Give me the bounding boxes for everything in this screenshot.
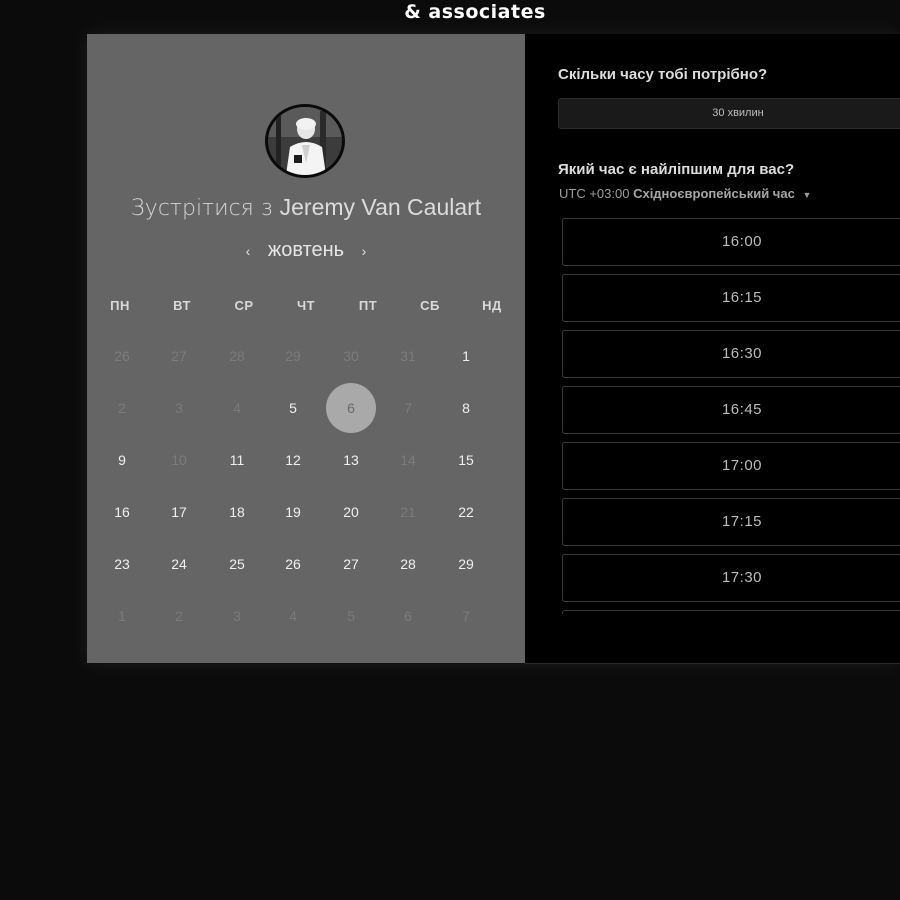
time-slot-button[interactable]: 16:00 bbox=[562, 218, 900, 266]
time-question: Який час є найліпшим для вас? bbox=[558, 161, 795, 178]
calendar-day-unavailable: 26 bbox=[114, 348, 130, 364]
host-photo-icon bbox=[268, 107, 342, 175]
weekday-label: СР bbox=[234, 298, 254, 313]
timezone-select[interactable]: UTC +03:00 Східноєвропейський час ▼ bbox=[559, 186, 811, 201]
calendar-day-unavailable: 2 bbox=[175, 608, 183, 624]
time-slot-button[interactable]: 16:15 bbox=[562, 274, 900, 322]
time-slot-button[interactable]: 17:45 bbox=[562, 610, 900, 614]
calendar-day-unavailable: 31 bbox=[400, 348, 416, 364]
timezone-name: Східноєвропейський час bbox=[633, 186, 795, 201]
calendar-day-unavailable: 5 bbox=[347, 608, 355, 624]
weekday-label: ПТ bbox=[358, 298, 378, 313]
calendar-day[interactable]: 19 bbox=[268, 487, 318, 537]
calendar-day[interactable]: 16 bbox=[97, 487, 147, 537]
calendar-day[interactable]: 26 bbox=[268, 539, 318, 589]
calendar-day-unavailable: 3 bbox=[175, 400, 183, 416]
host-avatar bbox=[265, 104, 345, 178]
time-slot-button[interactable]: 16:30 bbox=[562, 330, 900, 378]
calendar-day-unavailable: 29 bbox=[285, 348, 301, 364]
calendar-day-unavailable: 30 bbox=[343, 348, 359, 364]
calendar-day-unavailable: 28 bbox=[229, 348, 245, 364]
calendar-day-unavailable: 3 bbox=[233, 608, 241, 624]
calendar-day-unavailable: 7 bbox=[404, 400, 412, 416]
month-navigation: ‹ жовтень › bbox=[87, 239, 525, 262]
calendar-day-unavailable: 4 bbox=[233, 400, 241, 416]
calendar-day[interactable]: 1 bbox=[441, 331, 491, 381]
calendar-day-selected[interactable]: 6 bbox=[326, 383, 376, 433]
calendar-day[interactable]: 18 bbox=[212, 487, 262, 537]
time-slot-button[interactable]: 17:00 bbox=[562, 442, 900, 490]
time-slot-button[interactable]: 16:45 bbox=[562, 386, 900, 434]
calendar-day[interactable]: 12 bbox=[268, 435, 318, 485]
calendar-day-unavailable: 2 bbox=[118, 400, 126, 416]
prev-month-chevron-icon[interactable]: ‹ bbox=[234, 243, 263, 259]
weekday-label: ПН bbox=[110, 298, 130, 313]
calendar-day[interactable]: 22 bbox=[441, 487, 491, 537]
host-title-prefix: Зустрітися з bbox=[130, 196, 273, 221]
calendar-day[interactable]: 27 bbox=[326, 539, 376, 589]
weekday-header: ПН ВТ СР ЧТ ПТ СБ НД bbox=[87, 298, 525, 318]
booking-card: Зустрітися з Jeremy Van Caulart ‹ жовтен… bbox=[87, 34, 900, 664]
next-month-chevron-icon[interactable]: › bbox=[350, 243, 379, 259]
calendar-day[interactable]: 23 bbox=[97, 539, 147, 589]
timezone-offset: UTC +03:00 bbox=[559, 186, 630, 201]
calendar-day-unavailable: 4 bbox=[289, 608, 297, 624]
calendar-day[interactable]: 28 bbox=[383, 539, 433, 589]
calendar-day[interactable]: 15 bbox=[441, 435, 491, 485]
scheduling-panel: Скільки часу тобі потрібно? 30 хвилин Як… bbox=[525, 34, 900, 664]
calendar-day[interactable]: 20 bbox=[326, 487, 376, 537]
calendar-day[interactable]: 24 bbox=[154, 539, 204, 589]
weekday-label: ВТ bbox=[173, 298, 191, 313]
calendar-day[interactable]: 17 bbox=[154, 487, 204, 537]
month-label: жовтень bbox=[267, 239, 345, 262]
weekday-label: ЧТ bbox=[296, 298, 316, 313]
calendar-day-unavailable: 7 bbox=[462, 608, 470, 624]
calendar-day-unavailable: 1 bbox=[118, 608, 126, 624]
calendar-day[interactable]: 13 bbox=[326, 435, 376, 485]
calendar-day-unavailable: 10 bbox=[171, 452, 187, 468]
calendar-day[interactable]: 8 bbox=[441, 383, 491, 433]
calendar-day[interactable]: 25 bbox=[212, 539, 262, 589]
calendar-day[interactable]: 29 bbox=[441, 539, 491, 589]
calendar-day-unavailable: 6 bbox=[404, 608, 412, 624]
calendar-day-unavailable: 14 bbox=[400, 452, 416, 468]
time-slot-button[interactable]: 17:15 bbox=[562, 498, 900, 546]
calendar-day-unavailable: 27 bbox=[171, 348, 187, 364]
brand-logo-text: & associates bbox=[404, 1, 546, 23]
calendar-day-unavailable: 21 bbox=[400, 504, 416, 520]
duration-question: Скільки часу тобі потрібно? bbox=[558, 66, 768, 83]
calendar-day[interactable]: 11 bbox=[212, 435, 262, 485]
time-slot-button[interactable]: 17:30 bbox=[562, 554, 900, 602]
calendar-day[interactable]: 5 bbox=[268, 383, 318, 433]
calendar-day[interactable]: 9 bbox=[97, 435, 147, 485]
caret-down-icon: ▼ bbox=[802, 190, 812, 200]
host-name: Jeremy Van Caulart bbox=[279, 194, 482, 220]
calendar-panel: Зустрітися з Jeremy Van Caulart ‹ жовтен… bbox=[87, 34, 525, 663]
time-slot-list[interactable]: 16:00 16:15 16:30 16:45 17:00 17:15 17:30 17:45 bbox=[562, 218, 900, 614]
weekday-label: НД bbox=[482, 298, 502, 313]
duration-select[interactable]: 30 хвилин bbox=[558, 98, 900, 129]
host-title: Зустрітися з Jeremy Van Caulart bbox=[87, 194, 525, 221]
weekday-label: СБ bbox=[420, 298, 440, 313]
